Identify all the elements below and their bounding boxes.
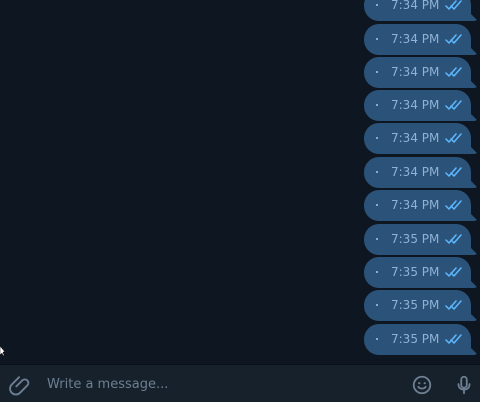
paperclip-icon <box>9 376 30 396</box>
outgoing-message[interactable]: 7:34 PM <box>364 24 471 55</box>
double-check-icon <box>445 234 462 244</box>
message-time: 7:34 PM <box>391 65 440 79</box>
mic-button[interactable] <box>452 373 476 397</box>
message-time: 7:34 PM <box>391 198 440 212</box>
double-check-icon <box>445 200 462 210</box>
message-time: 7:35 PM <box>391 265 440 279</box>
message-input[interactable] <box>47 370 397 398</box>
double-check-icon <box>445 67 462 77</box>
double-check-icon <box>445 167 462 177</box>
outgoing-message[interactable]: 7:34 PM <box>364 57 471 88</box>
message-dot <box>376 4 378 6</box>
message-dot <box>376 104 378 106</box>
emoji-button[interactable] <box>410 373 434 397</box>
outgoing-message[interactable]: 7:35 PM <box>364 257 471 288</box>
mouse-cursor-icon <box>0 346 5 356</box>
message-dot <box>376 271 378 273</box>
double-check-icon <box>445 334 462 344</box>
message-time: 7:34 PM <box>391 32 440 46</box>
message-dot <box>376 238 378 240</box>
outgoing-message[interactable]: 7:35 PM <box>364 224 471 255</box>
message-dot <box>376 38 378 40</box>
double-check-icon <box>445 300 462 310</box>
message-dot <box>376 338 378 340</box>
message-time: 7:35 PM <box>391 232 440 246</box>
outgoing-message[interactable]: 7:35 PM <box>364 290 471 321</box>
double-check-icon <box>445 133 462 143</box>
message-dot <box>376 71 378 73</box>
message-dot <box>376 171 378 173</box>
outgoing-message[interactable]: 7:34 PM <box>364 123 471 154</box>
message-dot <box>376 204 378 206</box>
outgoing-message[interactable]: 7:35 PM <box>364 324 471 355</box>
outgoing-message[interactable]: 7:34 PM <box>364 157 471 188</box>
chat-window: 7:34 PM 7:34 PM 7:34 PM 7:34 PM 7:34 PM … <box>0 0 480 402</box>
double-check-icon <box>445 0 462 10</box>
message-time: 7:34 PM <box>391 131 440 145</box>
double-check-icon <box>445 34 462 44</box>
message-dot <box>376 137 378 139</box>
message-dot <box>376 304 378 306</box>
message-time: 7:34 PM <box>391 98 440 112</box>
outgoing-message[interactable]: 7:34 PM <box>364 190 471 221</box>
emoji-icon <box>412 375 432 395</box>
double-check-icon <box>445 267 462 277</box>
message-time: 7:34 PM <box>391 165 440 179</box>
outgoing-message[interactable]: 7:34 PM <box>364 0 471 21</box>
microphone-icon <box>457 375 471 395</box>
message-time: 7:35 PM <box>391 332 440 346</box>
attach-button[interactable] <box>8 373 32 397</box>
message-list[interactable]: 7:34 PM 7:34 PM 7:34 PM 7:34 PM 7:34 PM … <box>0 0 480 364</box>
outgoing-message[interactable]: 7:34 PM <box>364 90 471 121</box>
message-time: 7:35 PM <box>391 298 440 312</box>
double-check-icon <box>445 100 462 110</box>
message-time: 7:34 PM <box>391 0 440 12</box>
message-composer <box>0 364 480 402</box>
